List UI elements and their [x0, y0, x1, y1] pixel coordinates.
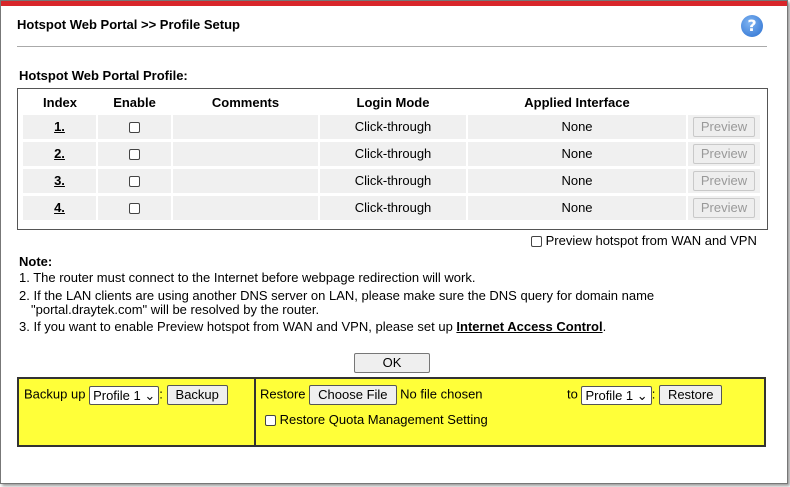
comments-cell — [173, 115, 318, 139]
applied-interface-cell: None — [468, 115, 686, 139]
backup-button[interactable]: Backup — [166, 385, 228, 405]
profile-link-2[interactable]: 2. — [54, 146, 65, 161]
preview-button-3[interactable]: Preview — [693, 171, 755, 191]
preview-button-2[interactable]: Preview — [693, 144, 755, 164]
enable-checkbox-4[interactable] — [129, 203, 140, 215]
note-line-2: 2. If the LAN clients are using another … — [19, 288, 655, 303]
table-row: 3. Click-through None Preview — [23, 169, 760, 193]
preview-wan-checkbox[interactable] — [531, 236, 542, 248]
header-login-mode: Login Mode — [356, 95, 430, 110]
panel-divider — [254, 379, 256, 445]
chevron-down-icon: ⌄ — [144, 387, 156, 403]
applied-interface-cell: None — [468, 169, 686, 193]
applied-interface-cell: None — [468, 196, 686, 220]
choose-file-button[interactable]: Choose File — [309, 385, 397, 405]
table-row: 1. Click-through None Preview — [23, 115, 760, 139]
file-status: No file chosen — [400, 386, 483, 402]
note-line-3-end: . — [602, 319, 607, 334]
section-title: Hotspot Web Portal Profile: — [19, 68, 188, 83]
backup-label: Backup up — [24, 386, 86, 402]
top-accent-bar — [1, 1, 787, 6]
restore-button[interactable]: Restore — [658, 385, 723, 405]
page-title: Hotspot Web Portal >> Profile Setup — [17, 17, 240, 32]
restore-quota-option: Restore Quota Management Setting — [265, 412, 488, 427]
help-icon[interactable]: ? — [741, 15, 763, 37]
preview-button-1[interactable]: Preview — [693, 117, 755, 137]
header-applied-interface: Applied Interface — [524, 95, 630, 110]
comments-cell — [173, 169, 318, 193]
profile-link-4[interactable]: 4. — [54, 200, 65, 215]
table-row: 4. Click-through None Preview — [23, 196, 760, 220]
login-mode-cell: Click-through — [320, 142, 466, 166]
restore-select-value: Profile 1 — [585, 387, 634, 403]
backup-section: Backup up Profile 1 ⌄: Backup — [24, 385, 228, 405]
note-line-1: 1. The router must connect to the Intern… — [19, 270, 476, 285]
backup-select-value: Profile 1 — [93, 387, 141, 403]
enable-checkbox-2[interactable] — [129, 149, 140, 161]
preview-button-4[interactable]: Preview — [693, 198, 755, 218]
header-enable: Enable — [113, 95, 156, 110]
header-divider — [17, 46, 767, 47]
restore-to-label: to — [567, 386, 578, 402]
comments-cell — [173, 142, 318, 166]
login-mode-cell: Click-through — [320, 115, 466, 139]
note-line-3-text: 3. If you want to enable Preview hotspot… — [19, 319, 457, 334]
header-index: Index — [43, 95, 77, 110]
note-title: Note: — [19, 254, 53, 269]
restore-section: Restore Choose File No file chosen — [260, 385, 483, 405]
restore-label: Restore — [260, 386, 306, 402]
enable-checkbox-3[interactable] — [129, 176, 140, 188]
ok-button[interactable]: OK — [354, 353, 430, 373]
login-mode-cell: Click-through — [320, 169, 466, 193]
backup-profile-select[interactable]: Profile 1 ⌄ — [89, 385, 160, 405]
login-mode-cell: Click-through — [320, 196, 466, 220]
table-row: 2. Click-through None Preview — [23, 142, 760, 166]
restore-profile-select[interactable]: Profile 1 ⌄ — [581, 385, 652, 405]
applied-interface-cell: None — [468, 142, 686, 166]
profile-link-3[interactable]: 3. — [54, 173, 65, 188]
restore-target: to Profile 1 ⌄: Restore — [567, 385, 723, 405]
internet-access-control-link[interactable]: Internet Access Control — [456, 319, 602, 334]
comments-cell — [173, 196, 318, 220]
note-line-3: 3. If you want to enable Preview hotspot… — [19, 319, 606, 334]
restore-quota-label: Restore Quota Management Setting — [279, 412, 488, 427]
restore-quota-checkbox[interactable] — [265, 415, 276, 427]
preview-wan-option: Preview hotspot from WAN and VPN — [531, 233, 757, 248]
profile-link-1[interactable]: 1. — [54, 119, 65, 134]
note-line-2-cont: "portal.draytek.com" will be resolved by… — [31, 302, 320, 317]
chevron-down-icon: ⌄ — [636, 387, 648, 403]
enable-checkbox-1[interactable] — [129, 122, 140, 134]
preview-wan-label: Preview hotspot from WAN and VPN — [545, 233, 757, 248]
header-comments: Comments — [211, 95, 280, 110]
